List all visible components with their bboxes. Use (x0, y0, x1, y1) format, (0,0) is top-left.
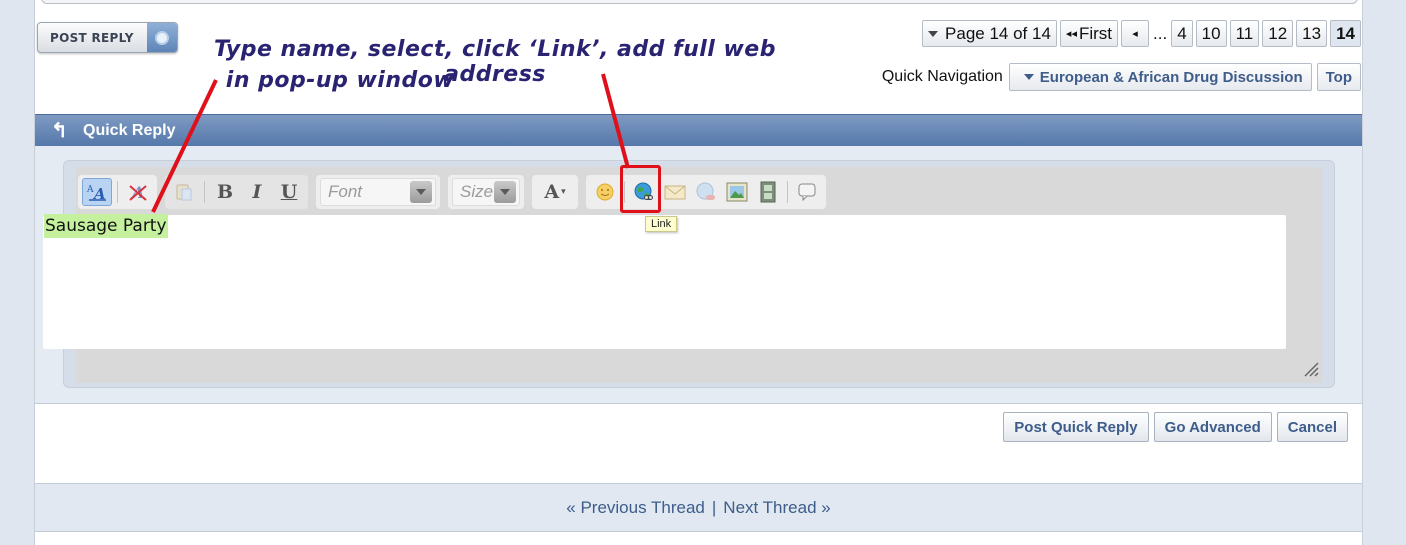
selected-text[interactable]: Sausage Party (44, 214, 168, 238)
chevron-down-icon (928, 30, 939, 37)
font-select-label: Font (328, 182, 363, 201)
page-link-13[interactable]: 13 (1296, 20, 1328, 47)
first-page-label: First (1078, 23, 1113, 43)
toolbar-group-format: B I U (165, 175, 308, 209)
forum-jump-select[interactable]: European & African Drug Discussion (1008, 63, 1312, 91)
quick-navigation: Quick Navigation European & African Drug… (882, 63, 1361, 91)
editor-toolbar: AA A B I U (78, 175, 826, 209)
next-thread-link[interactable]: Next Thread » (723, 498, 830, 518)
page-menu-button[interactable]: Page 14 of 14 (922, 20, 1057, 47)
font-select[interactable]: Font (320, 178, 436, 206)
cancel-button[interactable]: Cancel (1276, 412, 1348, 442)
size-select-label: Size (460, 182, 494, 201)
toolbar-group-color: A ▾ (532, 175, 578, 209)
page-ellipsis: ... (1153, 23, 1168, 43)
post-quick-reply-button[interactable]: Post Quick Reply (1003, 412, 1149, 442)
unlink-icon[interactable] (691, 178, 721, 206)
text-color-button[interactable]: A ▾ (536, 178, 574, 206)
quick-reply-header[interactable]: ↰ Quick Reply (35, 114, 1362, 146)
quick-reply-title: Quick Reply (83, 121, 176, 139)
toolbar-group-font: Font (316, 175, 440, 209)
previous-post-bottom (41, 0, 1358, 4)
page-menu-label: Page 14 of 14 (945, 23, 1051, 43)
page-current-14: 14 (1330, 20, 1361, 47)
post-reply-button[interactable]: POST REPLY (37, 22, 178, 53)
link-tooltip: Link (645, 216, 678, 232)
thread-nav-separator: | (711, 497, 717, 517)
go-advanced-button[interactable]: Go Advanced (1153, 412, 1272, 442)
top-button[interactable]: Top (1316, 63, 1361, 91)
text-color-label: A (544, 181, 560, 203)
page-link-12[interactable]: 12 (1262, 20, 1294, 47)
chevron-down-icon (494, 181, 516, 203)
bold-button[interactable]: B (210, 178, 240, 206)
page-link-10[interactable]: 10 (1195, 20, 1227, 47)
smiley-icon[interactable] (590, 178, 620, 206)
switch-editor-mode-icon[interactable]: AA (82, 178, 112, 206)
svg-text:A: A (86, 185, 94, 195)
chevron-down-icon: ▾ (561, 187, 566, 197)
chevron-left-icon: ◂ (1132, 28, 1138, 40)
page-link-4[interactable]: 4 (1171, 20, 1193, 47)
quote-icon[interactable] (792, 178, 822, 206)
prev-page-button[interactable]: ◂ (1121, 20, 1150, 47)
resize-handle-icon[interactable] (1303, 361, 1319, 377)
reply-arrow-icon: ↰ (51, 120, 68, 142)
pagination: Page 14 of 14 ◂◂ First ◂ ... 4 10 11 12 … (922, 20, 1361, 47)
paste-icon[interactable] (169, 178, 199, 206)
toolbar-group-mode: AA A (78, 175, 157, 209)
email-link-icon[interactable] (660, 178, 690, 206)
annotation-line-2: in pop-up window (225, 68, 455, 93)
post-reply-label: POST REPLY (50, 30, 134, 45)
forum-jump-value: European & African Drug Discussion (1039, 68, 1303, 86)
remove-format-icon[interactable]: A (123, 178, 153, 206)
toolbar-divider (204, 181, 205, 203)
insert-video-icon[interactable] (753, 178, 783, 206)
message-textarea[interactable] (43, 215, 1286, 349)
underline-button[interactable]: U (274, 178, 304, 206)
quick-reply-actions: Post Quick Reply Go Advanced Cancel (1003, 412, 1348, 442)
toolbar-divider (787, 181, 788, 203)
first-page-button[interactable]: ◂◂ First (1059, 20, 1119, 47)
toolbar-divider (117, 181, 118, 203)
double-chevron-left-icon: ◂◂ (1065, 28, 1077, 40)
page-link-11[interactable]: 11 (1229, 20, 1260, 47)
italic-button[interactable]: I (242, 178, 272, 206)
size-select[interactable]: Size (452, 178, 520, 206)
insert-image-icon[interactable] (722, 178, 752, 206)
quick-navigation-label: Quick Navigation (881, 68, 1003, 85)
chevron-down-icon (1023, 74, 1034, 80)
chevron-down-icon (410, 181, 432, 203)
thread-navigation: « Previous Thread | Next Thread » (35, 483, 1362, 532)
link-button-highlight (620, 165, 661, 213)
previous-thread-link[interactable]: « Previous Thread (566, 498, 705, 518)
toolbar-group-size: Size (448, 175, 524, 209)
